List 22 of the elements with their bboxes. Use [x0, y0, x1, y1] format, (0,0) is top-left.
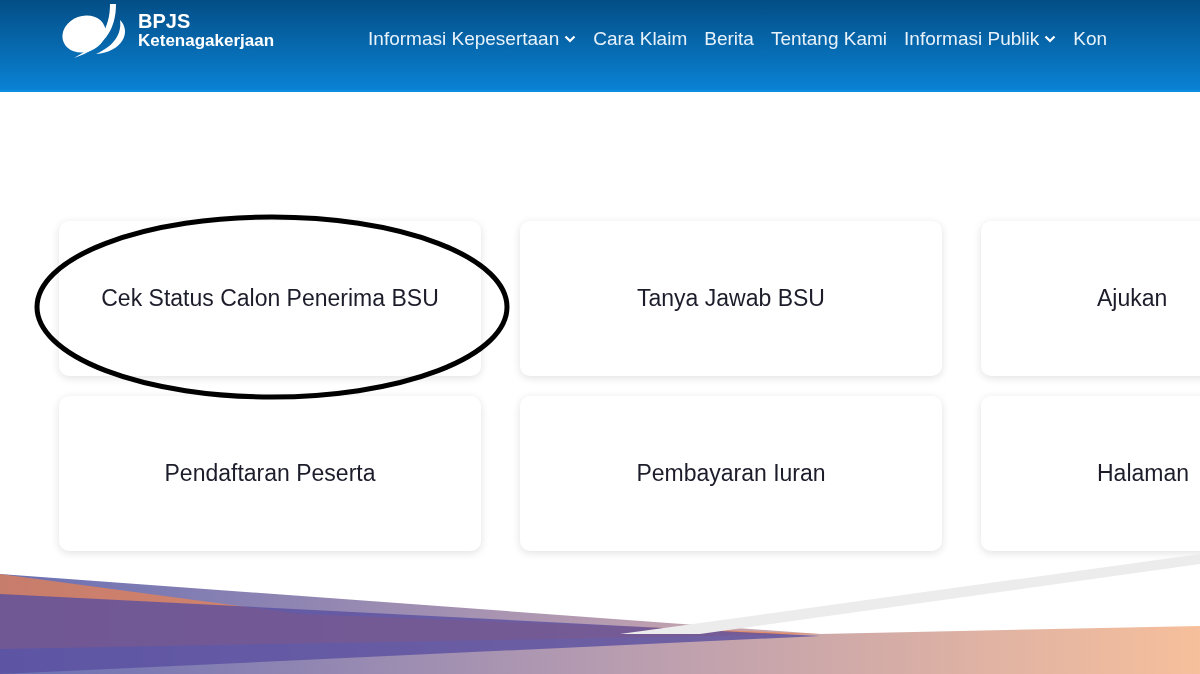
- menu-card[interactable]: Pendaftaran Peserta: [59, 396, 481, 551]
- nav-link[interactable]: Tentang Kami: [770, 28, 888, 50]
- menu-card[interactable]: Ajukan: [981, 221, 1200, 376]
- chevron-down-icon: [1044, 35, 1057, 43]
- chevron-down-icon: [564, 35, 577, 43]
- logo-title: BPJS: [138, 10, 192, 32]
- card-label: Pendaftaran Peserta: [164, 460, 376, 487]
- nav-link[interactable]: Kon: [1073, 28, 1108, 50]
- card-label: Pembayaran Iuran: [636, 460, 826, 487]
- card-label: Halaman: [1097, 460, 1190, 487]
- nav-link[interactable]: Cara Klaim: [593, 28, 688, 50]
- menu-card[interactable]: Halaman: [981, 396, 1200, 551]
- menu-card[interactable]: Pembayaran Iuran: [520, 396, 942, 551]
- nav-link[interactable]: Berita: [704, 28, 754, 50]
- card-label: Tanya Jawab BSU: [637, 285, 825, 312]
- nav-link[interactable]: Informasi Kepesertaan: [368, 28, 577, 50]
- nav-link[interactable]: Informasi Publik: [904, 28, 1057, 50]
- menu-card[interactable]: Cek Status Calon Penerima BSU: [59, 221, 481, 376]
- logo-subtitle: Ketenagakerjaan: [138, 31, 275, 50]
- card-label: Ajukan: [1097, 285, 1168, 312]
- card-label: Cek Status Calon Penerima BSU: [101, 285, 439, 312]
- menu-card[interactable]: Tanya Jawab BSU: [520, 221, 942, 376]
